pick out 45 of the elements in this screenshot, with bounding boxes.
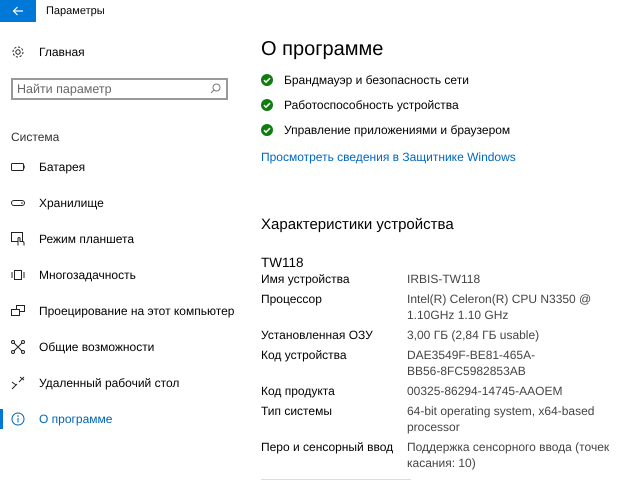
sidebar-item[interactable]: Многозадачность [0,257,240,293]
spec-value: Поддержка сенсорного ввода (точек касания: 10) [407,439,610,471]
network-nodes-icon [11,340,25,354]
section-title: Характеристики устройства [261,216,455,233]
security-status: Брандмауэр и безопасность сети [284,72,469,86]
remote-icon [11,376,25,390]
windows-icon [11,270,25,280]
section-heading: Система [10,130,60,144]
spec-value: 00325-86294-14745-AAOEM [407,383,562,399]
sidebar-item[interactable]: Проецирование на этот компьютер [0,293,240,329]
back-button[interactable] [0,0,36,22]
spec-label: Перо и сенсорный ввод [261,439,394,456]
home-item[interactable]: Главная [0,42,240,62]
drive-icon [11,200,25,206]
spec-value: DAE3549F-BE81-465A- BB56-8FC5982853AB [407,347,536,379]
defender-link[interactable]: Просмотреть сведения в Защитнике Windows [261,150,610,164]
device-name: TW118 [261,255,305,271]
page-title: О программе [261,38,384,61]
security-status: Управление приложениями и браузером [284,122,510,136]
monitors-icon [11,305,25,317]
sidebar-item[interactable]: Батарея [0,149,240,185]
spec-label: Тип системы [261,403,333,420]
spec-value: IRBIS-TW118 [407,271,480,287]
spec-label: Установленная ОЗУ [261,327,374,343]
sidebar-item[interactable]: Хранилище [0,185,240,221]
sidebar-item[interactable]: Удаленный рабочий стол [0,365,240,401]
search-field[interactable]: Найти параметр [11,78,228,100]
sidebar-item[interactable]: Общие возможности [0,329,240,365]
spec-value: 64-bit operating system, x64-based processor [407,403,594,435]
sidebar-item[interactable]: Режим планшета [0,221,240,257]
back-arrow-icon [12,6,24,16]
spec-label: Код устройства [261,347,348,364]
gear-icon [11,45,25,59]
spec-label: Имя устройства [261,271,351,287]
info-icon [11,412,25,426]
spec-value: Intel(R) Celeron(R) CPU N3350 @ 1.10GHz 1.10 GHz [407,291,592,323]
sidebar-item[interactable]: О программе [0,401,240,437]
window-title: Параметры [46,5,105,17]
spec-label: Процессор [261,291,323,308]
tablet-icon [11,232,25,246]
spec-label: Код продукта [261,383,336,399]
battery-icon [11,163,25,171]
security-status: Работоспособность устройства [284,98,459,112]
spec-value: 3,00 ГБ (2,84 ГБ usable) [407,327,540,343]
search-icon [210,83,221,94]
